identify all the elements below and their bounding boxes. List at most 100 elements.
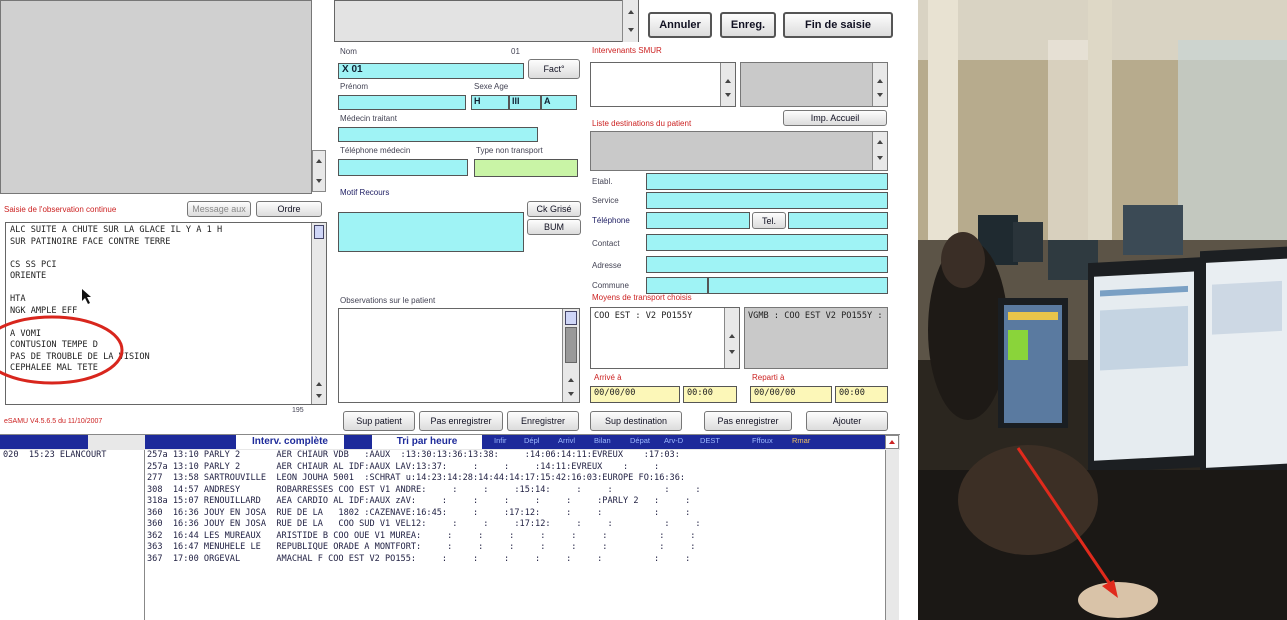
- column-header[interactable]: Fffoux: [752, 436, 792, 448]
- table-row[interactable]: 257a 13:10 PARLY 2 AER CHIAUR AL IDF:AAU…: [147, 462, 885, 474]
- etabl-label: Etabl.: [592, 177, 613, 186]
- medecin-field[interactable]: [338, 127, 538, 142]
- tel-medecin-field[interactable]: [338, 159, 468, 176]
- column-header[interactable]: Bilan: [594, 436, 630, 448]
- destinations-scrollbar[interactable]: [872, 132, 887, 170]
- service-label: Service: [592, 196, 619, 205]
- telephone-field[interactable]: [646, 212, 750, 229]
- table-header-left: [0, 435, 88, 449]
- motif-field[interactable]: [338, 212, 524, 252]
- sup-patient-button[interactable]: Sup patient: [343, 411, 415, 431]
- column-headers: Infir Dépl Arrivl Bilan Dépat Arv-D DEST Fffoux…: [494, 436, 822, 448]
- pas-enregistrer-button[interactable]: Pas enregistrer: [419, 411, 503, 431]
- table-row[interactable]: 257a 13:10 PARLY 2 AER CHIAUR VDB :AAUX …: [147, 450, 885, 462]
- observation-line: [10, 283, 322, 295]
- arrive-date-field[interactable]: 00/00/00: [590, 386, 680, 403]
- column-header[interactable]: Arv-D: [664, 436, 700, 448]
- ajouter-button[interactable]: Ajouter: [806, 411, 888, 431]
- table-row[interactable]: 277 13:58 SARTROUVILLE LEON JOUHA 5001 :…: [147, 473, 885, 485]
- nom-field[interactable]: X 01: [338, 63, 524, 79]
- tel-button[interactable]: Tel.: [752, 212, 786, 229]
- motif-label: Motif Recours: [340, 188, 390, 197]
- column-header[interactable]: Dépat: [630, 436, 664, 448]
- table-row[interactable]: 362 16:44 LES MUREAUX ARISTIDE B COO OUE…: [147, 531, 885, 543]
- upper-left-scrollbar[interactable]: [312, 150, 326, 192]
- fact-button[interactable]: Fact°: [528, 59, 580, 79]
- arrive-date: 00/00/00: [594, 388, 636, 398]
- intervenants-list[interactable]: [590, 62, 736, 107]
- table-row[interactable]: 360 16:36 JOUY EN JOSA RUE DE LA COO SUD…: [147, 519, 885, 531]
- prenom-field[interactable]: [338, 95, 466, 110]
- adresse-label: Adresse: [592, 261, 622, 270]
- observation-title: Saisie de l'observation continue: [4, 205, 117, 214]
- column-header[interactable]: Rmar: [792, 436, 822, 448]
- imp-accueil-button[interactable]: Imp. Accueil: [783, 110, 887, 126]
- sexe-field[interactable]: H: [471, 95, 509, 110]
- commune-field[interactable]: [708, 277, 888, 294]
- table-rows: 257a 13:10 PARLY 2 AER CHIAUR VDB :AAUX …: [145, 450, 885, 565]
- upper-left-panel: [0, 0, 312, 194]
- medecin-label: Médecin traitant: [340, 114, 397, 123]
- moyens-scrollbar[interactable]: [724, 308, 739, 368]
- table-row[interactable]: 318a 15:07 RENOUILLARD AEA CARDIO AL IDF…: [147, 496, 885, 508]
- column-header[interactable]: Infir: [494, 436, 524, 448]
- telephone-label: Téléphone: [592, 216, 630, 225]
- observation-scrollbar[interactable]: [311, 223, 326, 404]
- service-field[interactable]: [646, 192, 888, 209]
- tel-medecin-label: Téléphone médecin: [340, 146, 411, 155]
- column-header[interactable]: Dépl: [524, 436, 558, 448]
- transport-type-label: Type non transport: [476, 146, 543, 155]
- observations-patient-scrollbar[interactable]: [562, 309, 579, 402]
- contact-field[interactable]: [646, 234, 888, 251]
- annotation-circle: [0, 312, 126, 392]
- table-scroll-up[interactable]: [885, 435, 899, 449]
- ck-grise-button[interactable]: Ck Grisé: [527, 201, 581, 217]
- arrive-label: Arrivé à: [594, 373, 622, 382]
- column-header[interactable]: Arrivl: [558, 436, 594, 448]
- table-body[interactable]: 257a 13:10 PARLY 2 AER CHIAUR VDB :AAUX …: [145, 450, 885, 620]
- message-button[interactable]: Message aux: [187, 201, 251, 217]
- enregistrer-button[interactable]: Enregistrer: [507, 411, 579, 431]
- table-row[interactable]: 308 14:57 ANDRESY ROBARRESSES COO EST V1…: [147, 485, 885, 497]
- table-row[interactable]: 367 17:00 ORGEVAL AMACHAL F COO EST V2 P…: [147, 554, 885, 566]
- table-row[interactable]: 360 16:36 JOUY EN JOSA RUE DE LA 1802 :C…: [147, 508, 885, 520]
- destinations-list[interactable]: [590, 131, 888, 171]
- table-row[interactable]: 363 16:47 MENUHELE LE REPUBLIQUE ORADE A…: [147, 542, 885, 554]
- mouse-cursor-icon: [82, 289, 94, 307]
- moyen-1: COO EST : V2 PO155Y: [594, 311, 693, 321]
- save-button[interactable]: Enreg.: [720, 12, 776, 38]
- etabl-field[interactable]: [646, 173, 888, 190]
- reparti-date-field[interactable]: 00/00/00: [750, 386, 832, 403]
- sup-destination-button[interactable]: Sup destination: [590, 411, 682, 431]
- transport-type-field[interactable]: [474, 159, 578, 177]
- observations-patient-label: Observations sur le patient: [340, 296, 436, 305]
- moyen-2: VGMB : COO EST V2 PO155Y :: [748, 311, 883, 321]
- arrive-time-field[interactable]: 00:00: [683, 386, 737, 403]
- cancel-button[interactable]: Annuler: [648, 12, 712, 38]
- table-scrollbar[interactable]: [885, 450, 899, 620]
- age-unit-value: A: [544, 96, 551, 106]
- tab-tri-heure[interactable]: Tri par heure: [372, 435, 482, 449]
- sexe-age-label: Sexe Age: [474, 82, 509, 91]
- commune-cp-field[interactable]: [646, 277, 708, 294]
- moyens-list[interactable]: COO EST : V2 PO155Y: [590, 307, 740, 369]
- pas-enregistrer-dest-button[interactable]: Pas enregistrer: [704, 411, 792, 431]
- bum-button[interactable]: BUM: [527, 219, 581, 235]
- intervenants-scrollbar[interactable]: [720, 63, 735, 106]
- tab-interv-complete[interactable]: Interv. complète: [236, 435, 344, 449]
- column-header[interactable]: DEST: [700, 436, 752, 448]
- ordre-button[interactable]: Ordre: [256, 201, 322, 217]
- observation-line: HTA: [10, 294, 26, 304]
- intervenants-detail-scrollbar[interactable]: [872, 63, 887, 106]
- age-field[interactable]: III: [509, 95, 541, 110]
- age-unit-field[interactable]: A: [541, 95, 577, 110]
- commune-label: Commune: [592, 281, 629, 290]
- top-center-scrollbar[interactable]: [622, 0, 638, 42]
- adresse-field[interactable]: [646, 256, 888, 273]
- top-center-field[interactable]: [334, 0, 639, 42]
- reparti-time-field[interactable]: 00:00: [835, 386, 888, 403]
- end-entry-button[interactable]: Fin de saisie: [783, 12, 893, 38]
- telephone-field-2[interactable]: [788, 212, 888, 229]
- observations-patient-field[interactable]: [338, 308, 580, 403]
- moyens-title: Moyens de transport choisis: [592, 293, 692, 302]
